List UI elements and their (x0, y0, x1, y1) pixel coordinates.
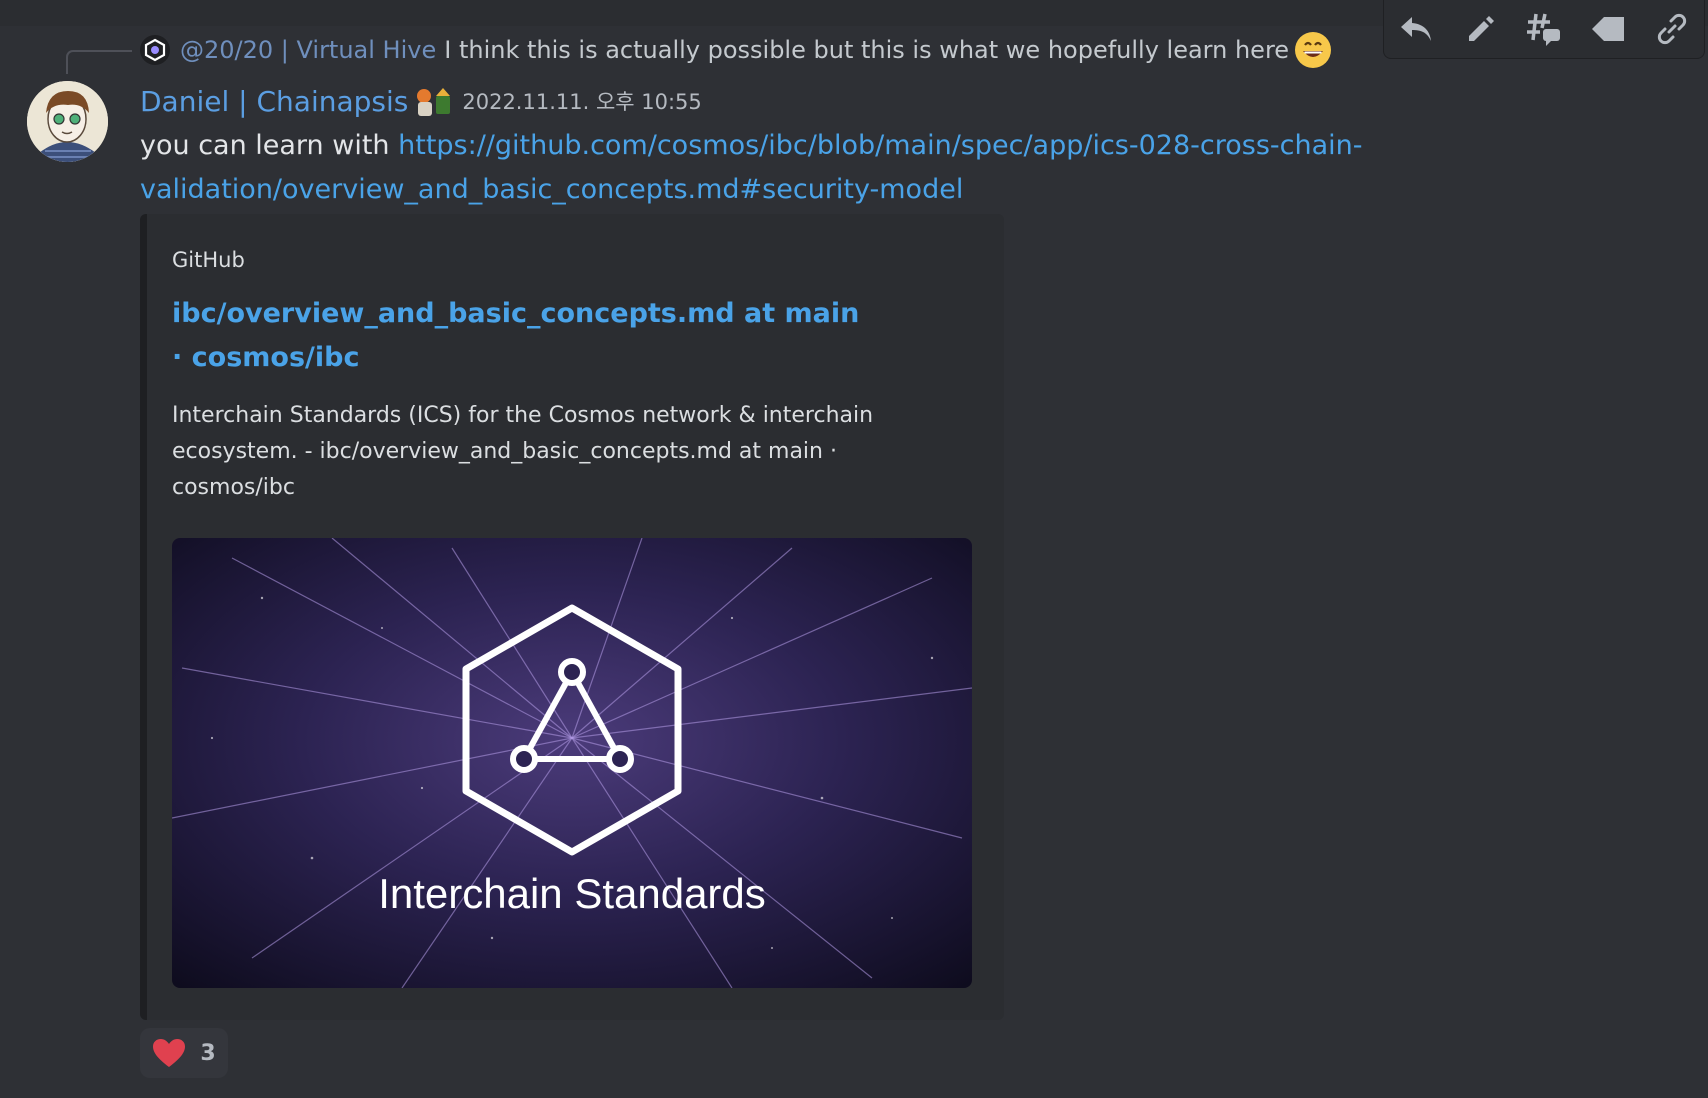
embed-image-caption: Interchain Standards (378, 870, 766, 917)
thread-icon (1527, 13, 1560, 46)
edit-icon (1469, 16, 1494, 41)
copy-link-button[interactable] (1648, 5, 1696, 53)
reply-icon (1401, 17, 1431, 41)
link-embed: GitHub ibc/overview_and_basic_concepts.m… (140, 214, 1004, 1020)
timestamp[interactable]: 2022.11.11. 오후 10:55 (462, 86, 701, 116)
embed-image[interactable]: Interchain Standards (172, 538, 972, 988)
apps-button[interactable] (1584, 5, 1632, 53)
message-content: you can learn with https://github.com/co… (140, 124, 1440, 212)
reply-button[interactable] (1392, 5, 1440, 53)
edit-button[interactable] (1456, 5, 1504, 53)
user-avatar[interactable] (27, 81, 108, 162)
username[interactable]: Daniel | Chainapsis (140, 85, 408, 118)
embed-title[interactable]: ibc/overview_and_basic_concepts.md at ma… (172, 292, 872, 380)
reply-author[interactable]: @20/20 | Virtual Hive (180, 36, 436, 64)
reply-text[interactable]: I think this is actually possible but th… (444, 36, 1289, 64)
message-header: Daniel | Chainapsis 2022.11.11. 오후 10:55 (140, 80, 702, 122)
reaction-count: 3 (200, 1040, 216, 1066)
reply-avatar[interactable] (140, 35, 170, 65)
message-text: you can learn with (140, 130, 399, 161)
copy-link-icon (1657, 13, 1687, 45)
message-toolbar (1383, 0, 1705, 59)
reply-spine (66, 50, 132, 74)
profile-decoration-icon (417, 88, 451, 116)
embed-accent-bar (140, 214, 147, 1020)
tag-icon (1592, 17, 1624, 41)
create-thread-button[interactable] (1520, 5, 1568, 53)
embed-provider: GitHub (172, 248, 245, 272)
reply-preview[interactable]: @20/20 | Virtual Hive I think this is ac… (140, 32, 1333, 68)
heart-icon (153, 1039, 186, 1067)
grinning-emoji-icon (1295, 32, 1332, 68)
heart-reaction[interactable]: 3 (140, 1028, 228, 1078)
embed-description: Interchain Standards (ICS) for the Cosmo… (172, 403, 874, 500)
